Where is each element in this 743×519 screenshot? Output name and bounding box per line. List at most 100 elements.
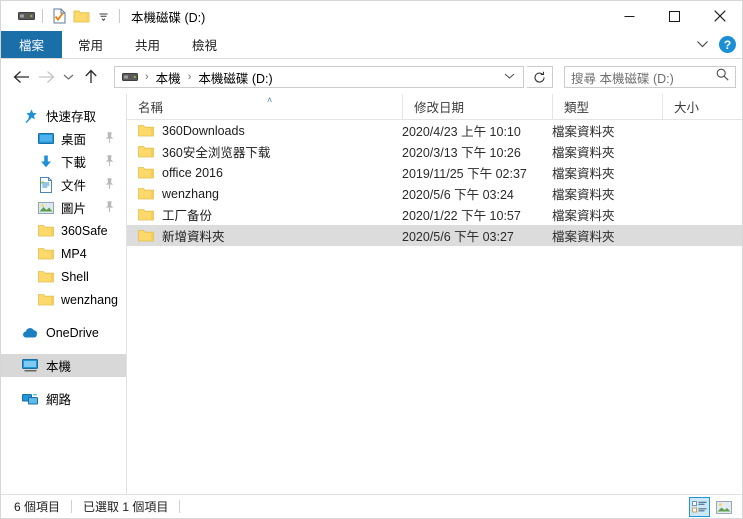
table-row[interactable]: 360安全浏览器下载 2020/3/13 下午 10:26 檔案資料夾 — [127, 141, 742, 162]
sidebar-item-shell[interactable]: Shell — [1, 265, 126, 288]
folder-icon — [138, 124, 154, 137]
sidebar-gap-3 — [1, 377, 126, 387]
sidebar-label-360safe: 360Safe — [61, 223, 108, 238]
tab-file[interactable]: 檔案 — [1, 31, 63, 58]
pin-icon[interactable] — [104, 200, 115, 215]
cell-type: 檔案資料夾 — [552, 230, 615, 244]
sidebar-item-network[interactable]: 網路 — [1, 387, 126, 410]
title-bar: 本機磁碟 (D:) — [1, 1, 742, 31]
sidebar-label-quick-access: 快速存取 — [46, 110, 97, 124]
status-divider-1 — [71, 500, 73, 513]
file-list-pane[interactable]: 名稱 ˄ 修改日期 類型 大小 360Downloads 2020/4/23 上… — [127, 93, 742, 496]
sidebar-item-downloads[interactable]: 下載 — [1, 150, 126, 173]
search-icon[interactable] — [716, 68, 729, 86]
column-header-type[interactable]: 類型 — [552, 93, 662, 120]
cell-type: 檔案資料夾 — [552, 146, 615, 160]
large-icons-view-button[interactable] — [713, 497, 734, 517]
table-row[interactable]: 工厂备份 2020/1/22 下午 10:57 檔案資料夾 — [127, 204, 742, 225]
search-input[interactable]: 搜尋 本機磁碟 (D:) — [571, 68, 716, 87]
column-label-date: 修改日期 — [414, 101, 465, 115]
search-box[interactable]: 搜尋 本機磁碟 (D:) — [564, 66, 736, 88]
refresh-button[interactable] — [527, 66, 553, 88]
column-header-size[interactable]: 大小 — [662, 93, 742, 120]
sidebar-item-360safe[interactable]: 360Safe — [1, 219, 126, 242]
table-row[interactable]: wenzhang 2020/5/6 下午 03:24 檔案資料夾 — [127, 183, 742, 204]
column-header-date[interactable]: 修改日期 — [402, 93, 552, 120]
quick-access-toolbar — [1, 5, 125, 27]
table-row[interactable]: 新增資料夾 2020/5/6 下午 03:27 檔案資料夾 — [127, 225, 742, 246]
chevron-down-icon[interactable] — [696, 36, 709, 54]
pin-icon[interactable] — [104, 177, 115, 192]
cell-name: 360安全浏览器下载 — [127, 142, 402, 161]
tab-share[interactable]: 共用 — [119, 31, 176, 58]
sidebar-gap-1 — [1, 311, 126, 321]
breadcrumb[interactable]: › 本機 › 本機磁碟 (D:) — [114, 66, 524, 88]
tab-view[interactable]: 檢視 — [176, 31, 233, 58]
sidebar-item-desktop[interactable]: 桌面 — [1, 127, 126, 150]
help-icon[interactable]: ? — [719, 36, 736, 53]
cloud-icon — [22, 324, 39, 341]
details-view-button[interactable] — [689, 497, 710, 517]
folder-icon — [138, 208, 154, 221]
downloads-icon — [37, 153, 54, 170]
close-button[interactable] — [697, 1, 742, 31]
sidebar-item-onedrive[interactable]: OneDrive — [1, 321, 126, 344]
breadcrumb-sep-1[interactable]: › — [183, 71, 197, 83]
sidebar-label-documents: 文件 — [61, 179, 87, 193]
navigation-pane[interactable]: 快速存取 桌面 下載 文件 圖片 360Safe MP4 Shell wenzh… — [1, 94, 127, 496]
pictures-icon — [37, 199, 54, 216]
sidebar-item-wenzhang[interactable]: wenzhang — [1, 288, 126, 311]
forward-button[interactable] — [34, 64, 59, 90]
breadcrumb-dropdown-icon[interactable] — [504, 72, 519, 83]
address-bar: › 本機 › 本機磁碟 (D:) 搜尋 本機磁碟 (D:) — [1, 59, 742, 94]
sidebar-item-quick-access[interactable]: 快速存取 — [1, 104, 126, 127]
ribbon-right-controls: ? — [696, 31, 736, 58]
sidebar-item-this-pc[interactable]: 本機 — [1, 354, 126, 377]
sidebar-item-documents[interactable]: 文件 — [1, 173, 126, 196]
pin-icon[interactable] — [104, 131, 115, 146]
up-button[interactable] — [78, 64, 103, 90]
column-headers: 名稱 ˄ 修改日期 類型 大小 — [127, 93, 742, 120]
customize-dropdown-icon[interactable] — [92, 5, 114, 27]
sidebar-label-mp4: MP4 — [61, 246, 87, 261]
table-row[interactable]: 360Downloads 2020/4/23 上午 10:10 檔案資料夾 — [127, 120, 742, 141]
recent-locations-button[interactable] — [59, 64, 78, 90]
file-name: 工厂备份 — [162, 209, 213, 223]
column-header-name[interactable]: 名稱 ˄ — [127, 94, 402, 120]
cell-type: 檔案資料夾 — [552, 125, 615, 139]
cell-type: 檔案資料夾 — [552, 209, 615, 223]
table-row[interactable]: office 2016 2019/11/25 下午 02:37 檔案資料夾 — [127, 162, 742, 183]
cell-date: 2019/11/25 下午 02:37 — [402, 167, 527, 181]
drive-icon[interactable] — [15, 5, 37, 27]
cell-name: wenzhang — [127, 187, 402, 201]
cell-name: office 2016 — [127, 166, 402, 180]
folder-icon — [37, 222, 54, 239]
sidebar-item-mp4[interactable]: MP4 — [1, 242, 126, 265]
breadcrumb-item-this-pc[interactable]: 本機 — [154, 68, 183, 87]
cell-type: 檔案資料夾 — [552, 188, 615, 202]
properties-icon[interactable] — [48, 5, 70, 27]
column-label-type: 類型 — [564, 101, 590, 115]
tab-home[interactable]: 常用 — [62, 31, 119, 58]
sidebar-label-downloads: 下載 — [61, 156, 87, 170]
maximize-button[interactable] — [652, 1, 697, 31]
cell-name: 360Downloads — [127, 124, 402, 138]
file-rows: 360Downloads 2020/4/23 上午 10:10 檔案資料夾 36… — [127, 120, 742, 246]
sidebar-gap-2 — [1, 344, 126, 354]
file-name: 360Downloads — [162, 123, 245, 138]
cell-type: 檔案資料夾 — [552, 167, 615, 181]
sidebar-item-pictures[interactable]: 圖片 — [1, 196, 126, 219]
network-icon — [22, 390, 39, 407]
documents-icon — [37, 176, 54, 193]
sort-ascending-icon: ˄ — [267, 94, 273, 105]
new-folder-icon[interactable] — [70, 5, 92, 27]
folder-icon — [37, 245, 54, 262]
folder-icon — [138, 229, 154, 242]
minimize-button[interactable] — [607, 1, 652, 31]
toolbar-divider-2 — [119, 9, 120, 23]
item-count-label: 6 個項目 — [14, 500, 61, 514]
folder-icon — [37, 268, 54, 285]
pin-icon[interactable] — [104, 154, 115, 169]
back-button[interactable] — [9, 64, 34, 90]
breadcrumb-item-local-disk[interactable]: 本機磁碟 (D:) — [196, 68, 274, 87]
